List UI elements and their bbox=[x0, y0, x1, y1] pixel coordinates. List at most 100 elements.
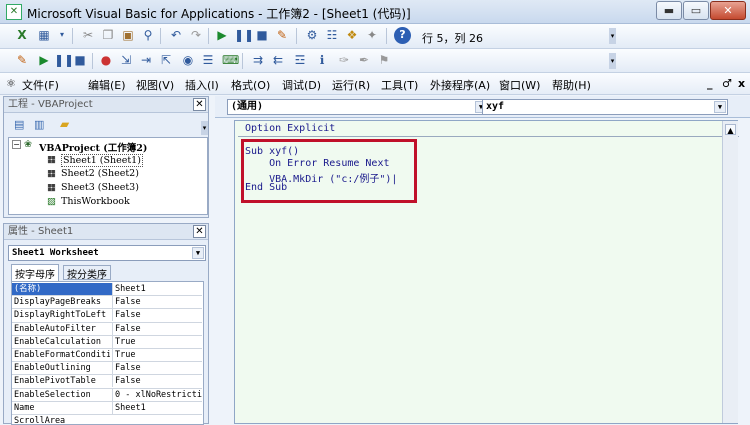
immediate-icon[interactable]: ⌨ bbox=[222, 52, 239, 68]
menu-tools[interactable]: 工具(T) bbox=[381, 77, 418, 93]
watch-icon[interactable]: ◉ bbox=[180, 52, 196, 68]
project-explorer-icon[interactable]: ⚙ bbox=[304, 27, 320, 43]
properties-object-combo[interactable]: Sheet1 Worksheet ▼ bbox=[8, 245, 206, 261]
property-row[interactable]: Name Sheet1 bbox=[12, 401, 202, 415]
toggle-breakpoint-icon[interactable]: ● bbox=[98, 52, 114, 68]
property-value[interactable]: False bbox=[112, 296, 202, 309]
menu-run[interactable]: 运行(R) bbox=[332, 77, 370, 93]
property-row[interactable]: EnableFormatConditionsTrue bbox=[12, 349, 202, 363]
pause-icon[interactable]: ❚❚ bbox=[54, 52, 74, 68]
chevron-down-icon[interactable]: ▼ bbox=[192, 247, 204, 259]
excel-view-icon[interactable]: X bbox=[14, 27, 30, 43]
run-icon[interactable]: ▶ bbox=[36, 52, 52, 68]
menu-insert[interactable]: 插入(I) bbox=[185, 77, 219, 93]
property-row[interactable]: DisplayPageBreaks False bbox=[12, 296, 202, 310]
tab-alphabetic[interactable]: 按字母序 bbox=[11, 264, 59, 281]
property-row[interactable]: EnableSelection 0 - xlNoRestrictions bbox=[12, 388, 202, 402]
step-out-icon[interactable]: ⇱ bbox=[158, 52, 174, 68]
comment-icon[interactable]: ✑ bbox=[336, 52, 352, 68]
collapse-icon[interactable]: − bbox=[12, 140, 21, 149]
design-mode-icon[interactable]: ✎ bbox=[274, 27, 290, 43]
view-object-icon[interactable]: ▥ bbox=[34, 118, 44, 131]
procedure-combo[interactable]: xyf ▼ bbox=[482, 99, 728, 115]
property-value[interactable]: False bbox=[112, 362, 202, 375]
property-value[interactable]: True bbox=[112, 335, 202, 348]
property-value[interactable]: Sheet1 bbox=[112, 283, 202, 295]
locals-icon[interactable]: ☰ bbox=[200, 52, 216, 68]
insert-userform-icon[interactable]: ▦ bbox=[36, 27, 52, 43]
tree-item-sheet2[interactable]: Sheet2 (Sheet2) bbox=[61, 168, 139, 179]
property-value[interactable]: True bbox=[112, 349, 202, 361]
sheet-icon: ▦ bbox=[47, 182, 56, 193]
step-into-icon[interactable]: ⇲ bbox=[118, 52, 134, 68]
project-close-button[interactable]: ✕ bbox=[193, 98, 206, 111]
vertical-scrollbar[interactable]: ▲ bbox=[722, 121, 738, 423]
menu-help[interactable]: 帮助(H) bbox=[552, 77, 591, 93]
help-icon[interactable]: ? bbox=[394, 27, 411, 44]
quick-info-icon[interactable]: ℹ bbox=[314, 52, 330, 68]
property-value[interactable]: False bbox=[112, 322, 202, 335]
indent-icon[interactable]: ⇉ bbox=[250, 52, 266, 68]
cut-icon[interactable]: ✂ bbox=[80, 27, 96, 43]
properties-icon[interactable]: ☷ bbox=[324, 27, 340, 43]
list-properties-icon[interactable]: ☲ bbox=[292, 52, 308, 68]
code-line: Option Explicit bbox=[245, 123, 336, 134]
child-minimize-button[interactable]: _ bbox=[707, 77, 713, 90]
tree-item-thisworkbook[interactable]: ThisWorkbook bbox=[61, 196, 130, 207]
copy-icon[interactable]: ❐ bbox=[100, 27, 116, 43]
property-value[interactable]: Sheet1 bbox=[112, 401, 202, 414]
break-icon[interactable]: ❚❚ bbox=[234, 27, 254, 43]
outdent-icon[interactable]: ⇇ bbox=[270, 52, 286, 68]
object-browser-icon[interactable]: ❖ bbox=[344, 27, 360, 43]
scroll-up-icon[interactable]: ▲ bbox=[725, 124, 736, 135]
tree-item-sheet3[interactable]: Sheet3 (Sheet3) bbox=[61, 182, 139, 193]
stop-icon[interactable]: ■ bbox=[72, 52, 88, 68]
undo-icon[interactable]: ↶ bbox=[168, 27, 184, 43]
find-icon[interactable]: ⚲ bbox=[140, 27, 156, 43]
toolbar-overflow-icon[interactable]: ▾ bbox=[609, 28, 616, 44]
property-row[interactable]: EnablePivotTable False bbox=[12, 375, 202, 389]
edit-icon[interactable]: ✎ bbox=[14, 52, 30, 68]
tree-item-sheet1[interactable]: Sheet1 (Sheet1) bbox=[61, 154, 143, 167]
toolbox-icon[interactable]: ✦ bbox=[364, 27, 380, 43]
menu-app-icon[interactable]: ⚛ bbox=[6, 77, 16, 90]
menu-view[interactable]: 视图(V) bbox=[136, 77, 174, 93]
property-value[interactable]: False bbox=[112, 375, 202, 388]
panel-overflow-icon[interactable]: ▾ bbox=[201, 121, 208, 135]
menu-window[interactable]: 窗口(W) bbox=[499, 77, 540, 93]
uncomment-icon[interactable]: ✒ bbox=[356, 52, 372, 68]
tree-root[interactable]: VBAProject (工作簿2) bbox=[39, 140, 147, 154]
property-row[interactable]: (名称) Sheet1 bbox=[12, 283, 202, 297]
menu-format[interactable]: 格式(O) bbox=[231, 77, 270, 93]
reset-icon[interactable]: ■ bbox=[254, 27, 270, 43]
close-button[interactable]: ✕ bbox=[710, 1, 746, 20]
step-over-icon[interactable]: ⇥ bbox=[138, 52, 154, 68]
properties-close-button[interactable]: ✕ bbox=[193, 225, 206, 238]
property-row[interactable]: EnableCalculation True bbox=[12, 335, 202, 349]
code-editor[interactable]: Option Explicit Sub xyf() On Error Resum… bbox=[234, 120, 739, 424]
chevron-down-icon[interactable]: ▼ bbox=[714, 101, 726, 113]
paste-icon[interactable]: ▣ bbox=[120, 27, 136, 43]
property-value[interactable]: 0 - xlNoRestrictions bbox=[112, 388, 202, 401]
property-value[interactable]: False bbox=[112, 309, 202, 322]
minimize-button[interactable]: ▬ bbox=[656, 1, 682, 20]
property-row[interactable]: DisplayRightToLeft False bbox=[12, 309, 202, 323]
property-row[interactable]: EnableOutlining False bbox=[12, 362, 202, 376]
maximize-button[interactable]: ▭ bbox=[683, 1, 709, 20]
bookmark-icon[interactable]: ⚑ bbox=[376, 52, 392, 68]
redo-icon[interactable]: ↷ bbox=[188, 27, 204, 43]
tab-categorized[interactable]: 按分类序 bbox=[63, 265, 111, 281]
run-icon[interactable]: ▶ bbox=[214, 27, 230, 43]
menu-edit[interactable]: 编辑(E) bbox=[88, 77, 126, 93]
toolbar-overflow-icon[interactable]: ▾ bbox=[609, 53, 616, 69]
child-restore-button[interactable]: ♂ bbox=[722, 77, 732, 90]
child-close-button[interactable]: x bbox=[738, 77, 745, 90]
menu-addins[interactable]: 外接程序(A) bbox=[430, 77, 490, 93]
property-row[interactable]: EnableAutoFilter False bbox=[12, 322, 202, 336]
object-combo[interactable]: (通用) ▼ bbox=[227, 99, 489, 115]
menu-file[interactable]: 文件(F) bbox=[22, 77, 59, 93]
menu-debug[interactable]: 调试(D) bbox=[282, 77, 321, 93]
toggle-folders-icon[interactable]: ▰ bbox=[60, 117, 69, 131]
dropdown-icon[interactable]: ▾ bbox=[54, 27, 70, 43]
view-code-icon[interactable]: ▤ bbox=[14, 118, 24, 131]
